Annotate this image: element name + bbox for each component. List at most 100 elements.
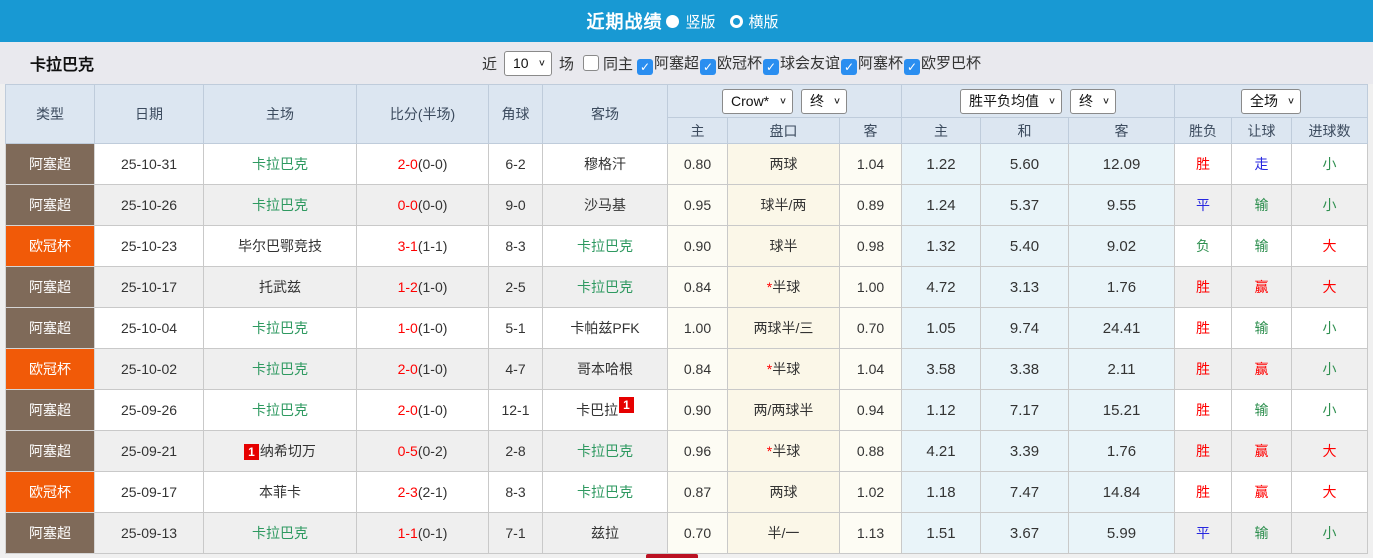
league-checkbox-4[interactable]: ✓ (904, 58, 921, 75)
let-result-text: 赢 (1254, 361, 1269, 377)
home-team-name[interactable]: 卡拉巴克 (252, 525, 308, 541)
away-team-name[interactable]: 穆格汗 (584, 156, 626, 172)
home-team-cell: 卡拉巴克 (203, 389, 357, 431)
odds-away-cell: 1.02 (838, 471, 903, 513)
subheader-let: 让球 (1231, 117, 1293, 144)
let-result-text: 输 (1254, 402, 1269, 418)
away-team-name[interactable]: 兹拉 (591, 525, 619, 541)
matches-label: 场 (558, 55, 574, 73)
away-team-name[interactable]: 卡拉巴克 (577, 443, 633, 459)
league-label-2[interactable]: 球会友谊 (780, 55, 840, 72)
handicap-text: 两/两球半 (753, 402, 814, 418)
avg-away-cell: 1.76 (1068, 266, 1176, 308)
handicap-text: 球半 (769, 238, 798, 254)
away-team-name[interactable]: 卡拉巴克 (577, 238, 633, 254)
goals-text: 大 (1322, 443, 1337, 459)
avg-draw-cell: 3.39 (980, 430, 1070, 472)
home-team-name[interactable]: 托武兹 (259, 279, 301, 295)
avg-type-select[interactable]: 胜平负均值 (960, 88, 1063, 114)
home-team-name[interactable]: 卡拉巴克 (252, 320, 308, 336)
league-checkbox-2[interactable]: ✓ (763, 58, 780, 75)
let-result-text: 输 (1254, 525, 1269, 541)
goals-cell: 大 (1291, 266, 1369, 308)
home-team-name[interactable]: 毕尔巴鄂竞技 (238, 238, 322, 254)
recent-count-select[interactable]: 10 (503, 50, 552, 76)
half-time-score: (0-1) (417, 525, 448, 541)
home-team-name[interactable]: 卡拉巴克 (252, 402, 308, 418)
home-team-name[interactable]: 卡拉巴克 (252, 197, 308, 213)
handicap-cell: 两/两球半 (727, 389, 840, 431)
away-team-name[interactable]: 卡拉巴克 (577, 279, 633, 295)
radio-vertical-label[interactable]: 竖版 (685, 11, 715, 32)
handicap-cell: *半球 (727, 430, 840, 472)
handicap-cell: 半/一 (727, 512, 840, 554)
half-time-score: (0-2) (417, 443, 448, 459)
let-result-cell: 输 (1231, 307, 1293, 349)
away-team-cell: 哥本哈根 (542, 348, 668, 390)
full-time-score: 0-5 (397, 443, 418, 459)
odds-time-select[interactable]: 终 (801, 88, 848, 114)
match-date: 25-10-23 (94, 225, 204, 267)
avg-away-cell: 2.11 (1068, 348, 1176, 390)
league-label-4[interactable]: 欧罗巴杯 (921, 55, 981, 72)
corners-cell: 8-3 (488, 225, 543, 267)
league-badge: 阿塞超 (5, 512, 95, 554)
away-team-cell: 卡拉巴克 (542, 225, 668, 267)
away-team-name[interactable]: 卡巴拉 (576, 402, 618, 418)
same-home-checkbox[interactable] (582, 55, 599, 71)
radio-horizontal-layout[interactable] (729, 14, 743, 28)
goals-text: 小 (1322, 320, 1337, 336)
odds-away-cell: 1.04 (838, 143, 903, 185)
goals-cell: 小 (1291, 307, 1369, 349)
result-cell: 胜 (1174, 143, 1233, 185)
avg-away-cell: 9.02 (1068, 225, 1176, 267)
league-checkbox-3[interactable]: ✓ (841, 58, 858, 75)
league-checkbox-1[interactable]: ✓ (700, 58, 716, 75)
league-badge: 欧冠杯 (5, 225, 95, 267)
half-time-score: (1-0) (417, 402, 448, 418)
league-label-0[interactable]: 阿塞超 (654, 55, 699, 72)
odds-company-select[interactable]: Crow* (722, 88, 794, 114)
corners-cell: 8-3 (488, 471, 543, 513)
away-team-name[interactable]: 沙马基 (584, 197, 626, 213)
league-badge: 阿塞超 (5, 389, 95, 431)
away-team-name[interactable]: 卡帕兹PFK (570, 320, 639, 336)
league-badge: 阿塞超 (5, 184, 95, 226)
handicap-cell: 球半 (727, 225, 840, 267)
let-result-cell: 赢 (1231, 430, 1293, 472)
home-team-name[interactable]: 纳希切万 (260, 443, 316, 459)
home-team-name[interactable]: 本菲卡 (259, 484, 301, 500)
let-result-text: 输 (1254, 197, 1269, 213)
corners-cell: 4-7 (488, 348, 543, 390)
avg-time-select[interactable]: 终 (1070, 88, 1117, 114)
avg-home-cell: 1.24 (901, 184, 982, 226)
league-label-3[interactable]: 阿塞杯 (858, 55, 903, 72)
away-team-name[interactable]: 哥本哈根 (577, 361, 633, 377)
league-checkbox-0[interactable]: ✓ (636, 58, 653, 75)
full-time-score: 1-1 (397, 525, 418, 541)
league-label-1[interactable]: 欧冠杯 (717, 55, 762, 72)
match-row-3: 阿塞超 25-10-17 托武兹 1-2(1-0) 2-5 卡拉巴克 0.84 *半球 1.00… (5, 266, 1369, 308)
avg-away-cell: 14.84 (1068, 471, 1176, 513)
away-team-name[interactable]: 卡拉巴克 (577, 484, 633, 500)
home-team-name[interactable]: 卡拉巴克 (252, 361, 308, 377)
header-type: 类型 (5, 84, 95, 144)
scope-select[interactable]: 全场 (1241, 88, 1302, 114)
same-home-label[interactable]: 同主 (603, 53, 633, 74)
radio-horizontal-label[interactable]: 横版 (749, 11, 779, 32)
radio-vertical-layout[interactable] (666, 14, 680, 28)
match-date: 25-10-17 (94, 266, 204, 308)
match-date: 25-10-04 (94, 307, 204, 349)
full-time-score: 2-3 (397, 484, 418, 500)
goals-text: 大 (1322, 279, 1337, 295)
handicap-text: 半球 (772, 361, 801, 377)
home-team-cell: 卡拉巴克 (203, 348, 357, 390)
odds-header-cell: Crow* 终 (666, 84, 903, 118)
match-row-7: 阿塞超 25-09-21 1 纳希切万 0-5(0-2) 2-8 卡拉巴克 0.96 *半球 0.… (5, 430, 1369, 472)
handicap-text: 半球 (772, 443, 801, 459)
home-team-name[interactable]: 卡拉巴克 (252, 156, 308, 172)
cutoff-red-element (646, 554, 698, 558)
odds-home-cell: 0.80 (667, 143, 728, 185)
score-cell: 2-0(1-0) (356, 389, 489, 431)
result-cell: 胜 (1174, 430, 1233, 472)
